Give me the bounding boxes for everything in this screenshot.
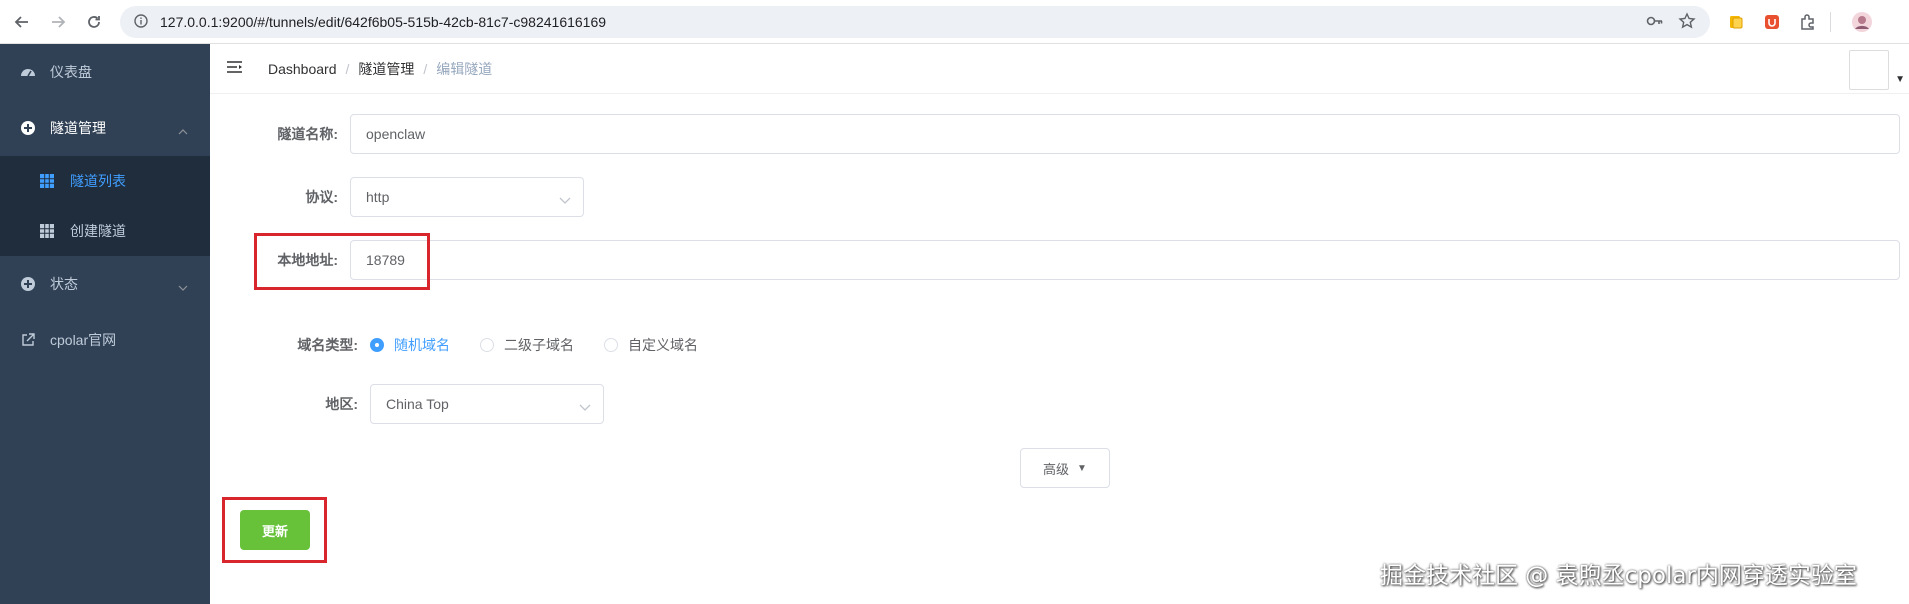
sidebar-item-status[interactable]: 状态 (0, 256, 210, 312)
breadcrumb-current: 编辑隧道 (436, 60, 493, 77)
tunnel-name-row: 隧道名称: openclaw (210, 114, 1900, 154)
key-icon[interactable] (1646, 12, 1664, 33)
chevron-up-icon (178, 122, 188, 138)
sidebar-item-label: cpolar官网 (50, 332, 117, 348)
sidebar-item-label: 仪表盘 (50, 64, 92, 80)
reload-icon[interactable] (76, 4, 112, 40)
dashboard-icon (20, 64, 36, 80)
breadcrumb-dashboard[interactable]: Dashboard (268, 61, 337, 77)
address-bar[interactable]: 127.0.0.1:9200/#/tunnels/edit/642f6b05-5… (120, 6, 1710, 38)
radio-dot (480, 338, 494, 352)
external-link-icon (20, 332, 36, 348)
sidebar-item-tunnel-list[interactable]: 隧道列表 (0, 156, 210, 206)
caret-down-icon[interactable]: ▼ (1895, 74, 1905, 85)
local-address-input[interactable]: 18789 (350, 240, 1900, 280)
domain-type-radio-group: 随机域名 二级子域名 自定义域名 (370, 335, 728, 355)
bookmark-star-icon[interactable] (1678, 12, 1696, 33)
advanced-dropdown-button[interactable]: 高级 ▼ (1020, 448, 1110, 488)
region-select[interactable]: China Top (370, 384, 604, 424)
radio-dot (604, 338, 618, 352)
radio-label: 二级子域名 (504, 337, 574, 353)
sidebar-item-label: 隧道列表 (70, 173, 126, 189)
sidebar-item-label: 创建隧道 (70, 223, 126, 239)
back-icon[interactable] (4, 4, 40, 40)
local-address-row: 本地地址: 18789 (210, 240, 1900, 280)
radio-label: 自定义域名 (628, 337, 698, 353)
site-info-icon[interactable] (134, 13, 148, 31)
sidebar-item-label: 状态 (50, 276, 78, 292)
top-navbar: Dashboard / 隧道管理 / 编辑隧道 ▼ (210, 44, 1909, 94)
caret-down-icon: ▼ (1077, 462, 1087, 474)
advanced-label: 高级 (1043, 461, 1070, 477)
tunnel-submenu: 隧道列表 创建隧道 (0, 156, 210, 256)
breadcrumb-separator: / (345, 60, 350, 77)
browser-toolbar: 127.0.0.1:9200/#/tunnels/edit/642f6b05-5… (0, 0, 1909, 44)
breadcrumb: Dashboard / 隧道管理 / 编辑隧道 (268, 59, 492, 79)
sidebar-item-create-tunnel[interactable]: 创建隧道 (0, 206, 210, 256)
sidebar-item-dashboard[interactable]: 仪表盘 (0, 44, 210, 100)
plus-circle-icon (20, 120, 36, 136)
chevron-down-icon (178, 278, 188, 294)
sidebar: 仪表盘 隧道管理 隧道列表 创建隧道 状态 cpolar官网 (0, 44, 210, 604)
region-row: 地区: China Top (210, 384, 604, 424)
extension-red-icon[interactable] (1760, 10, 1784, 34)
highlight-box-local-address (254, 233, 430, 290)
plus-circle-icon (20, 276, 36, 292)
hamburger-icon[interactable] (226, 59, 246, 79)
radio-custom-domain[interactable]: 自定义域名 (604, 335, 698, 355)
sidebar-item-tunnel-management[interactable]: 隧道管理 (0, 100, 210, 156)
toolbar-divider (1830, 12, 1831, 32)
profile-avatar-icon[interactable] (1850, 10, 1874, 34)
domain-type-label: 域名类型: (297, 337, 358, 353)
protocol-value: http (366, 189, 390, 205)
domain-type-row: 域名类型: 随机域名 二级子域名 自定义域名 (210, 335, 728, 355)
extensions-puzzle-icon[interactable] (1796, 10, 1820, 34)
highlight-box-update (222, 497, 327, 563)
radio-label: 随机域名 (394, 337, 450, 353)
breadcrumb-separator: / (423, 60, 428, 77)
protocol-select[interactable]: http (350, 177, 584, 217)
radio-random-domain[interactable]: 随机域名 (370, 335, 450, 355)
breadcrumb-tunnel-management[interactable]: 隧道管理 (358, 59, 414, 79)
sidebar-item-label: 隧道管理 (50, 120, 106, 136)
tunnel-name-input[interactable]: openclaw (350, 114, 1900, 154)
chevron-down-icon (579, 399, 591, 415)
watermark-text: 掘金技术社区 @ 袁煦丞cpolar内网穿透实验室 (1380, 563, 1857, 589)
forward-icon[interactable] (40, 4, 76, 40)
radio-dot (370, 338, 384, 352)
user-avatar[interactable] (1849, 50, 1889, 90)
protocol-row: 协议: http (210, 177, 584, 217)
protocol-label: 协议: (305, 189, 338, 205)
grid-icon (40, 174, 54, 188)
url-text[interactable]: 127.0.0.1:9200/#/tunnels/edit/642f6b05-5… (160, 14, 606, 30)
region-value: China Top (386, 396, 449, 412)
extension-notes-icon[interactable] (1724, 10, 1748, 34)
chevron-down-icon (559, 192, 571, 208)
grid-icon (40, 224, 54, 238)
sidebar-item-cpolar-site[interactable]: cpolar官网 (0, 312, 210, 368)
tunnel-name-label: 隧道名称: (277, 126, 338, 142)
tunnel-name-value: openclaw (366, 126, 426, 142)
radio-subdomain[interactable]: 二级子域名 (480, 335, 574, 355)
region-label: 地区: (325, 396, 358, 412)
